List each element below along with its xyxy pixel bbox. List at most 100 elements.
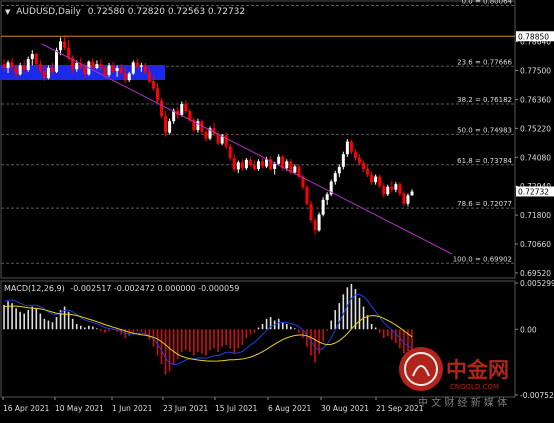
candle-body [10,62,14,67]
candle-body [406,195,410,204]
candle-body [394,184,398,190]
candle-body [6,62,10,68]
candle-body [216,133,220,144]
svg-text:MACD(12,26,9) -0.00251: MACD(12,26,9) -0.002517 -0.002472 0.0000… [4,284,239,293]
candle-body [366,168,370,175]
candle-body [2,64,6,68]
candle-body [38,64,42,72]
candle-body [67,47,71,58]
macd-values: -0.002517 -0.002472 0.000000 -0.000059 [70,284,239,293]
candle-body [248,159,252,165]
candle-body [333,173,337,182]
current-price-label: 0.72732 [518,187,549,196]
candle-body [317,214,321,231]
candle-body [386,186,390,195]
candle-body [63,41,67,48]
candle-body [160,100,164,117]
ohlc-values: 0.72580 0.72820 0.72563 0.72732 [88,7,245,17]
candle-body [224,135,228,147]
candle-body [103,67,107,76]
date-tick-label: 23 Jun 2021 [163,404,208,413]
candle-body [321,199,325,215]
candle-body [240,162,244,169]
candle-body [232,158,236,170]
candle-body [95,64,99,68]
candle-body [156,88,160,101]
chart-canvas[interactable]: 0.0 = 0.80064 23.6 = 0.77666 38.2 = 0.7618… [0,0,554,419]
fib-level-label: 38.2 = 0.76182 [457,96,512,104]
price-panel[interactable]: 0.0 = 0.80064 23.6 = 0.77666 38.2 = 0.7618… [0,0,516,279]
candle-body [228,146,232,159]
candle-body [353,151,357,159]
price-tick-label: 0.75220 [520,124,551,133]
candle-body [357,158,361,164]
candle-body [325,194,329,200]
candle-body [46,67,50,79]
candle-body [410,191,414,196]
dropdown-arrow-icon[interactable]: ▼ [5,8,11,16]
price-tick-label: 0.76360 [520,95,551,104]
candle-body [285,161,289,169]
candle-body [273,163,277,169]
highlight-level-label: 0.78850 [518,32,549,41]
fib-level-label: 61.8 = 0.73784 [457,157,512,165]
candle-body [244,159,248,169]
price-axis[interactable]: 0.786400.775000.763600.752200.740800.729… [515,31,554,278]
candle-body [337,166,341,174]
candle-body [99,64,103,68]
date-tick-label: 6 Aug 2021 [268,404,311,413]
candle-body [345,141,349,155]
candle-body [75,62,79,70]
candle-body [83,66,87,75]
candle-body [184,103,188,112]
candle-body [180,103,184,115]
candle-body [341,154,345,167]
candle-body [119,67,123,74]
symbol-label: AUDUSD,Daily [16,7,81,17]
candle-body [131,62,135,74]
watermark-logo-text: 中金网 [446,358,509,382]
candle-body [55,50,59,72]
candle-body [390,186,394,190]
candle-body [370,174,374,183]
fib-level-label: 78.6 = 0.72077 [457,200,512,208]
candle-body [261,161,265,167]
candle-body [18,65,22,75]
price-tick-label: 0.71800 [520,211,551,220]
candle-body [59,41,63,51]
candle-body [147,72,151,82]
candle-body [143,65,147,73]
watermark-tagline: 中 文 财 经 新 媒 体 [418,396,507,409]
candle-body [196,121,200,131]
candle-body [362,163,366,169]
candle-body [277,156,281,164]
candle-body [252,164,256,169]
candle-body [256,161,260,169]
macd-tick-label: -0.007527 [520,391,554,400]
price-tick-label: 0.69520 [520,269,551,278]
candle-body [14,66,18,75]
macd-tick-label: 0.00 [520,325,537,334]
candle-body [135,62,139,67]
trading-chart-window[interactable]: 0.0 = 0.80064 23.6 = 0.77666 38.2 = 0.7618… [0,0,554,419]
candle-body [265,159,269,167]
candle-body [374,176,378,183]
macd-label: MACD(12,26,9) [4,284,65,293]
candle-body [115,67,119,72]
candle-body [313,220,317,231]
watermark-logo-subtext: CNGOLD.COM [450,383,499,391]
candle-body [91,61,95,68]
date-tick-label: 1 Jun 2021 [112,404,153,413]
date-tick-label: 30 Aug 2021 [321,404,369,413]
candle-body [50,67,54,72]
candle-body [151,81,155,89]
candle-body [22,65,26,70]
candle-body [30,54,34,60]
candle-body [378,176,382,186]
price-tick-label: 0.70660 [520,240,551,249]
fib-level-label: 0.0 = 0.80064 [462,0,513,5]
price-tick-label: 0.74080 [520,153,551,162]
candle-body [111,65,115,72]
candle-body [382,185,386,195]
macd-tick-label: 0.005299 [520,279,554,288]
